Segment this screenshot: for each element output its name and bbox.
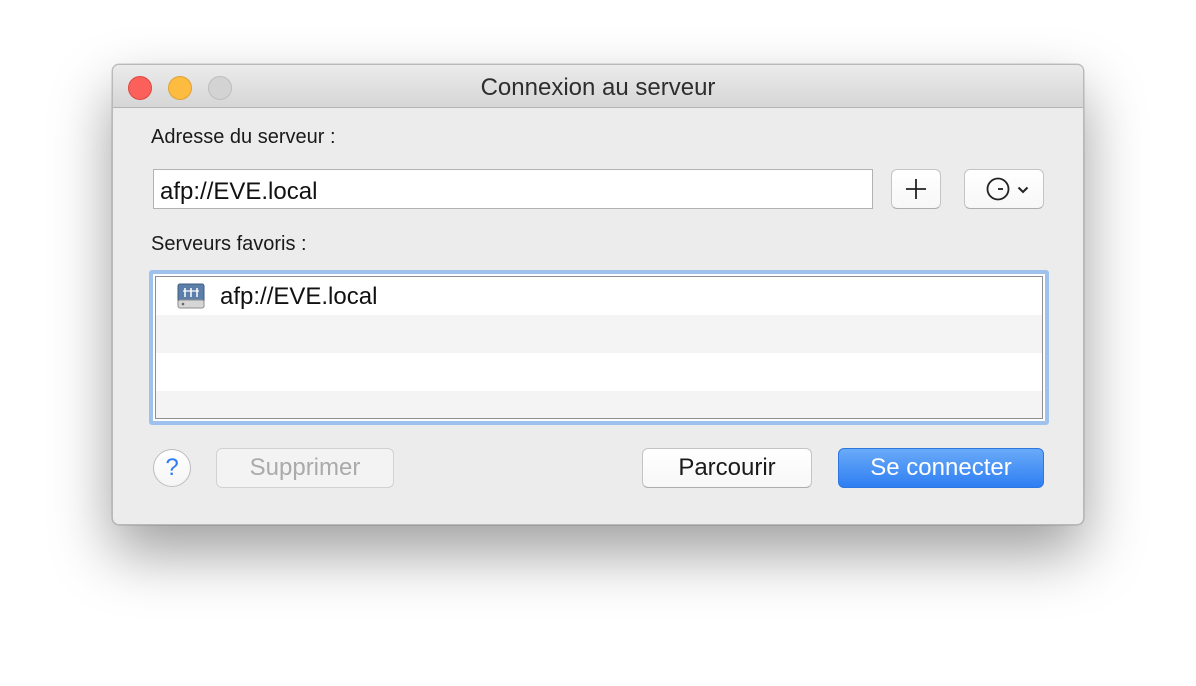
server-address-input[interactable] bbox=[153, 169, 873, 209]
server-address-label: Adresse du serveur : bbox=[151, 126, 336, 148]
chevron-down-icon bbox=[1017, 186, 1029, 194]
browse-button[interactable]: Parcourir bbox=[642, 448, 812, 488]
plus-icon bbox=[906, 179, 926, 199]
list-row-empty bbox=[156, 391, 1042, 418]
file-server-icon bbox=[177, 283, 205, 309]
delete-button: Supprimer bbox=[216, 448, 394, 488]
list-row-empty bbox=[156, 353, 1042, 391]
favorite-servers-list[interactable]: afp://EVE.local bbox=[149, 270, 1049, 425]
connect-to-server-window: Connexion au serveur Adresse du serveur … bbox=[112, 64, 1084, 525]
recent-servers-button[interactable] bbox=[964, 169, 1044, 209]
window-title: Connexion au serveur bbox=[480, 74, 716, 101]
list-row-empty bbox=[156, 315, 1042, 353]
title-bar[interactable]: Connexion au serveur bbox=[113, 65, 1083, 108]
list-item-label: afp://EVE.local bbox=[220, 283, 378, 310]
list-item[interactable]: afp://EVE.local bbox=[156, 277, 1042, 315]
favorite-servers-label: Serveurs favoris : bbox=[151, 233, 307, 255]
connect-button[interactable]: Se connecter bbox=[838, 448, 1044, 488]
help-button[interactable]: ? bbox=[153, 449, 191, 487]
clock-icon bbox=[986, 177, 1010, 201]
favorite-servers-list-content: afp://EVE.local bbox=[155, 276, 1043, 419]
add-to-favorites-button[interactable] bbox=[891, 169, 941, 209]
